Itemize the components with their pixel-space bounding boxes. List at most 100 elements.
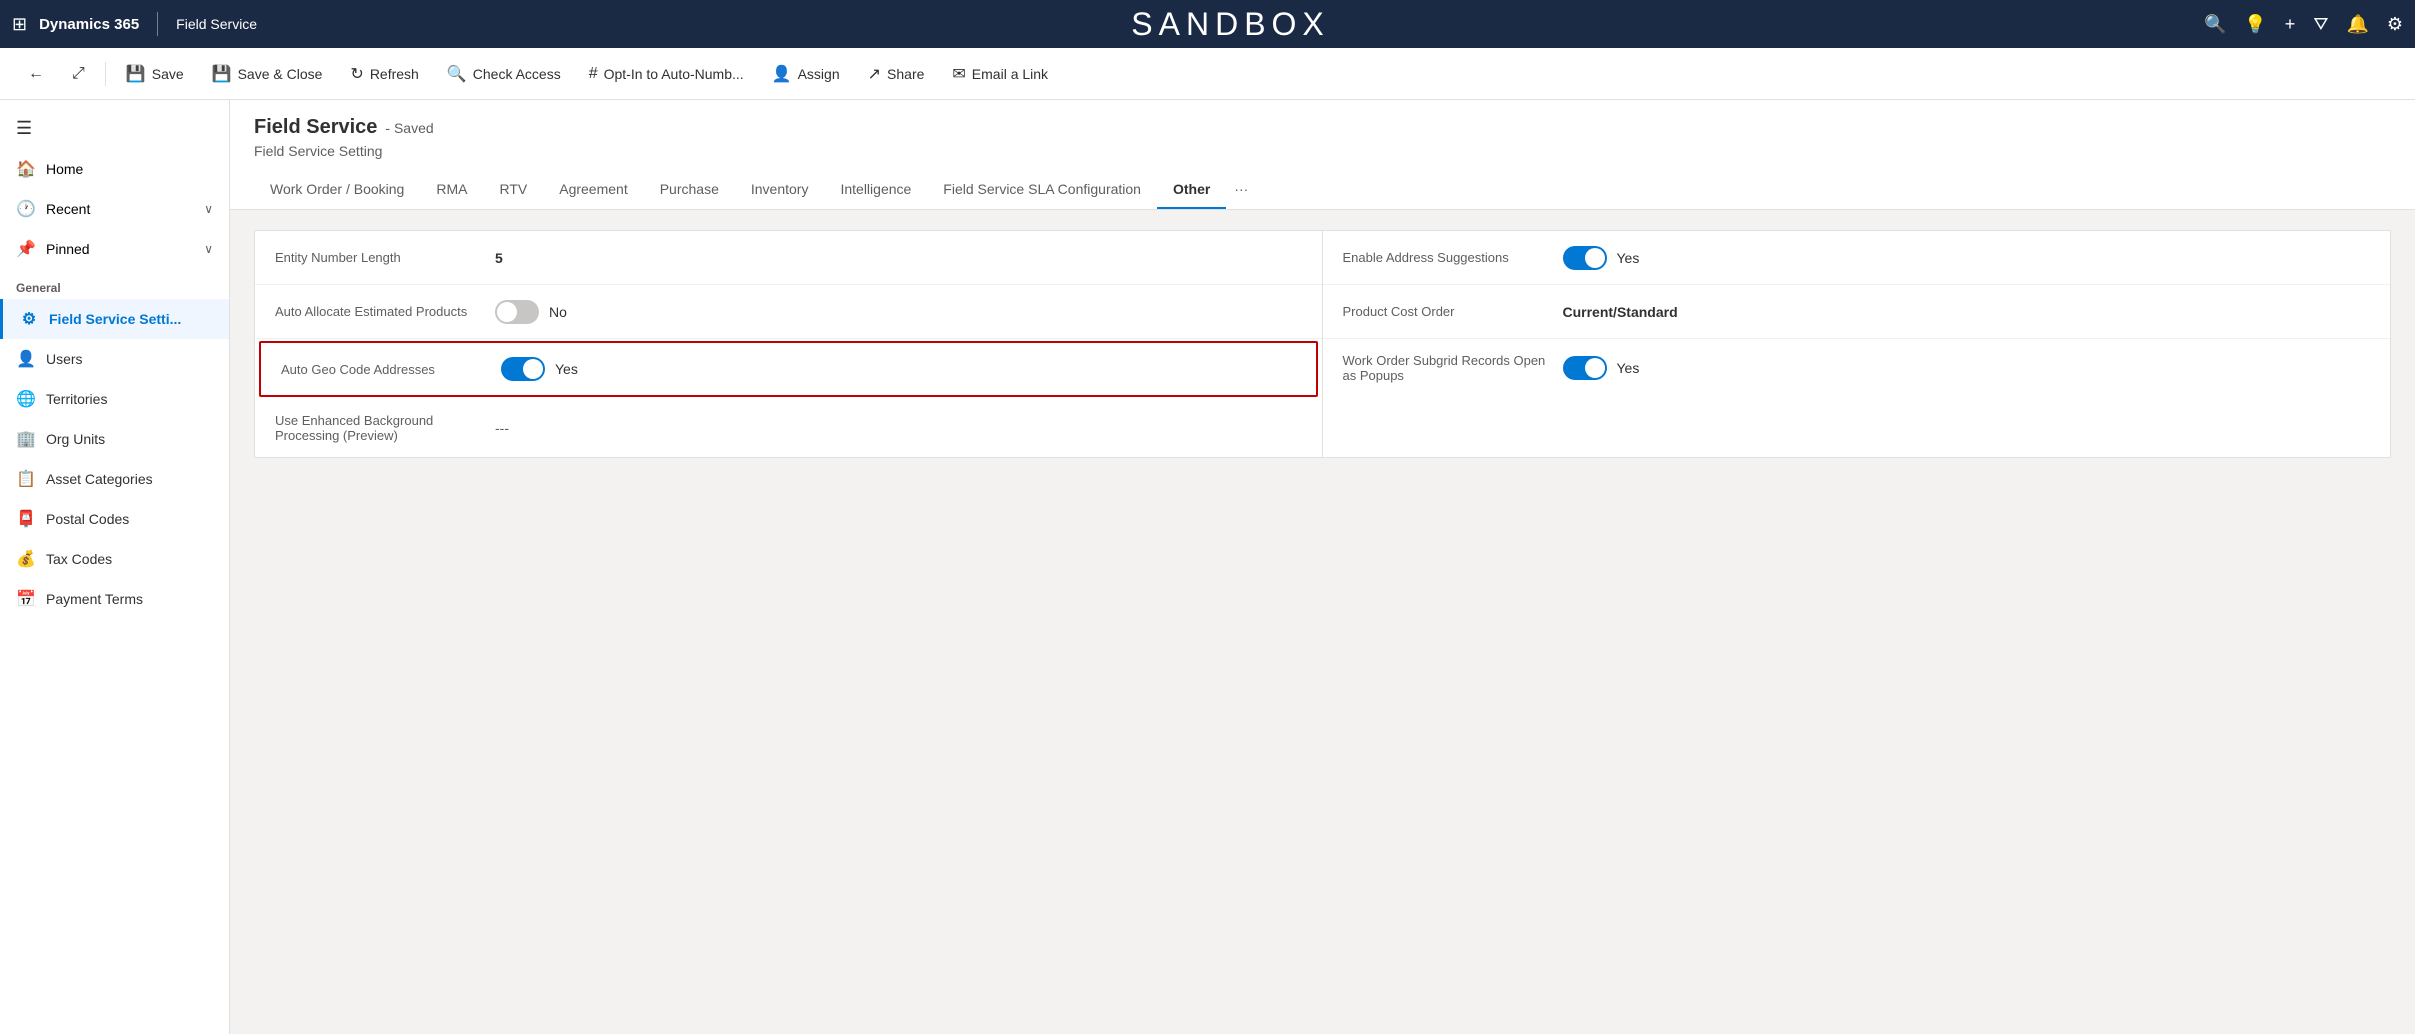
sidebar-item-label: Tax Codes [46,551,112,567]
tab-field-service-sla[interactable]: Field Service SLA Configuration [927,171,1157,209]
refresh-button[interactable]: ↻ Refresh [338,58,430,90]
command-bar: ← ⤢ 💾 Save 💾 Save & Close ↻ Refresh 🔍 Ch… [0,48,2415,100]
sidebar-item-tax-codes[interactable]: 💰 Tax Codes [0,539,229,579]
email-icon: ✉ [952,64,965,84]
email-link-button[interactable]: ✉ Email a Link [940,58,1060,90]
tab-other[interactable]: Other [1157,171,1226,209]
hamburger-menu-icon[interactable]: ☰ [0,108,229,149]
tab-more-icon[interactable]: ··· [1226,171,1256,209]
home-icon: 🏠 [16,159,36,179]
form-grid: Entity Number Length 5 Auto Allocate Est… [255,231,2390,457]
tax-codes-icon: 💰 [16,549,36,569]
form-row-enable-address: Enable Address Suggestions Yes [1323,231,2391,285]
sidebar-item-payment-terms[interactable]: 📅 Payment Terms [0,579,229,619]
auto-allocate-toggle-container: No [495,300,567,324]
tab-intelligence[interactable]: Intelligence [824,171,927,209]
sidebar-item-pinned[interactable]: 📌 Pinned ∨ [0,229,229,269]
settings-icon: ⚙ [19,309,39,329]
opt-in-icon: # [589,65,598,83]
payment-terms-icon: 📅 [16,589,36,609]
general-section-label: General [0,269,229,299]
auto-geo-code-toggle-label: Yes [555,361,578,377]
enable-address-toggle-container: Yes [1563,246,1640,270]
auto-allocate-toggle[interactable] [495,300,539,324]
org-units-icon: 🏢 [16,429,36,449]
brand-name: Dynamics 365 [39,16,139,33]
recent-icon: 🕐 [16,199,36,219]
nav-icons-group: 🔍 💡 + ⛛ 🔔 ⚙ [2204,14,2403,35]
tab-rma[interactable]: RMA [420,171,483,209]
globe-icon: 🌐 [16,389,36,409]
postal-codes-icon: 📮 [16,509,36,529]
save-button[interactable]: 💾 Save [114,58,196,90]
tab-rtv[interactable]: RTV [483,171,543,209]
form-content: Entity Number Length 5 Auto Allocate Est… [230,210,2415,494]
product-cost-order-value: Current/Standard [1563,304,1678,320]
sidebar-item-postal-codes[interactable]: 📮 Postal Codes [0,499,229,539]
work-order-subgrid-label: Work Order Subgrid Records Open as Popup… [1343,353,1563,383]
sidebar-item-field-service-settings[interactable]: ⚙ Field Service Setti... [0,299,229,339]
nav-divider [157,12,158,36]
form-row-auto-allocate: Auto Allocate Estimated Products No [255,285,1322,339]
use-enhanced-label: Use Enhanced Background Processing (Prev… [275,413,495,443]
entity-number-length-value: 5 [495,250,503,266]
form-left-column: Entity Number Length 5 Auto Allocate Est… [255,231,1323,457]
check-access-button[interactable]: 🔍 Check Access [435,58,573,90]
add-icon[interactable]: + [2285,14,2296,35]
top-nav-bar: ⊞ Dynamics 365 Field Service SANDBOX 🔍 💡… [0,0,2415,48]
pinned-expand-icon: ∨ [204,242,213,256]
back-button[interactable]: ← [16,59,56,89]
form-row-entity-number-length: Entity Number Length 5 [255,231,1322,285]
tab-inventory[interactable]: Inventory [735,171,825,209]
tabs-row: Work Order / Booking RMA RTV Agreement P… [254,171,2391,209]
main-layout: ☰ 🏠 Home 🕐 Recent ∨ 📌 Pinned ∨ General ⚙ [0,100,2415,1034]
tab-purchase[interactable]: Purchase [644,171,735,209]
cmd-sep-1 [105,62,106,86]
sidebar-item-territories[interactable]: 🌐 Territories [0,379,229,419]
sidebar-item-home[interactable]: 🏠 Home [0,149,229,189]
content-area: Field Service - Saved Field Service Sett… [230,100,2415,1034]
open-window-icon: ⤢ [72,65,85,83]
work-order-subgrid-toggle-thumb [1585,358,1605,378]
form-right-column: Enable Address Suggestions Yes Product C… [1323,231,2391,457]
notification-icon[interactable]: 🔔 [2346,14,2368,35]
entity-number-length-label: Entity Number Length [275,250,495,265]
search-icon[interactable]: 🔍 [2204,14,2226,35]
save-close-button[interactable]: 💾 Save & Close [200,58,335,90]
save-close-icon: 💾 [212,64,232,84]
sidebar-item-label: Asset Categories [46,471,153,487]
filter-icon[interactable]: ⛛ [2313,14,2328,35]
work-order-subgrid-toggle[interactable] [1563,356,1607,380]
form-row-auto-geo-code: Auto Geo Code Addresses Yes [259,341,1318,397]
enable-address-label: Enable Address Suggestions [1343,250,1563,265]
sandbox-title: SANDBOX [257,6,2204,43]
open-new-window-button[interactable]: ⤢ [60,59,97,89]
apps-grid-icon[interactable]: ⊞ [12,14,27,35]
sidebar-item-org-units[interactable]: 🏢 Org Units [0,419,229,459]
auto-geo-code-toggle-thumb [523,359,543,379]
lightbulb-icon[interactable]: 💡 [2244,14,2266,35]
form-row-use-enhanced: Use Enhanced Background Processing (Prev… [255,399,1322,457]
save-icon: 💾 [126,64,146,84]
share-button[interactable]: ↗ Share [856,58,937,90]
enable-address-toggle-thumb [1585,248,1605,268]
auto-geo-code-toggle[interactable] [501,357,545,381]
sidebar-item-label: Territories [46,391,107,407]
sidebar-item-recent[interactable]: 🕐 Recent ∨ [0,189,229,229]
assign-button[interactable]: 👤 Assign [760,58,852,90]
sidebar-item-asset-categories[interactable]: 📋 Asset Categories [0,459,229,499]
enable-address-toggle[interactable] [1563,246,1607,270]
page-title: Field Service [254,116,377,139]
sidebar-item-label: Org Units [46,431,105,447]
settings-gear-icon[interactable]: ⚙ [2387,14,2403,35]
tab-work-order-booking[interactable]: Work Order / Booking [254,171,420,209]
tab-agreement[interactable]: Agreement [543,171,643,209]
sidebar-item-users[interactable]: 👤 Users [0,339,229,379]
work-order-subgrid-toggle-container: Yes [1563,356,1640,380]
form-section-main: Entity Number Length 5 Auto Allocate Est… [254,230,2391,458]
opt-in-button[interactable]: # Opt-In to Auto-Numb... [577,59,756,89]
sidebar-item-label: Home [46,161,83,177]
sidebar: ☰ 🏠 Home 🕐 Recent ∨ 📌 Pinned ∨ General ⚙ [0,100,230,1034]
pinned-icon: 📌 [16,239,36,259]
app-name: Field Service [176,16,257,32]
